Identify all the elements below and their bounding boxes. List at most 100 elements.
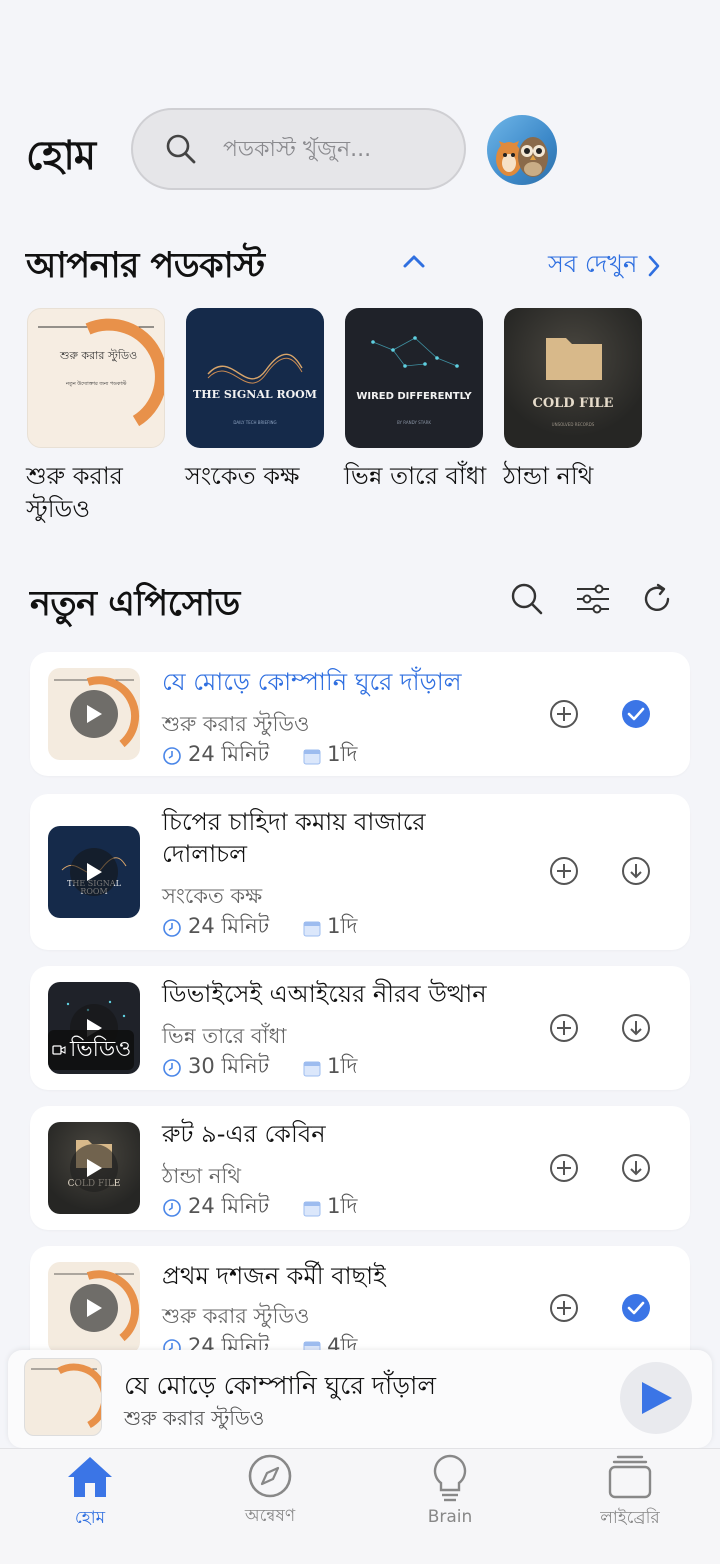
episode-title: যে মোড়ে কোম্পানি ঘুরে দাঁড়াল	[162, 668, 462, 696]
calendar-icon	[303, 1061, 321, 1076]
mini-player-title: যে মোড়ে কোম্পানি ঘুরে দাঁড়াল	[124, 1371, 437, 1400]
download-icon[interactable]	[621, 856, 651, 886]
tab-brain[interactable]: Brain	[390, 1453, 510, 1527]
episodes-section-title: নতুন এপিসোড	[30, 584, 240, 624]
podcast-label[interactable]: সংকেত কক্ষ	[185, 460, 335, 493]
podcast-label[interactable]: শুরু করার স্টুডিও	[26, 460, 176, 526]
add-icon[interactable]	[549, 699, 579, 729]
page-title: হোম	[26, 133, 96, 179]
episode-row[interactable]: COLD FILE রুট ৯-এর কেবিন ঠান্ডা নথি 24 ম…	[30, 1106, 690, 1230]
download-icon[interactable]	[621, 1013, 651, 1043]
podcast-card-signal-room[interactable]: THE SIGNAL ROOM DAILY TECH BRIEFING	[186, 308, 324, 448]
play-icon[interactable]	[70, 1144, 118, 1192]
episode-row[interactable]: যে মোড়ে কোম্পানি ঘুরে দাঁড়াল শুরু করার…	[30, 652, 690, 776]
library-icon	[608, 1455, 652, 1499]
podcast-art	[207, 353, 303, 384]
episode-meta: 24 মিনিট 1দি	[162, 1190, 357, 1225]
filter-icon[interactable]	[575, 584, 611, 614]
avatar-image	[496, 137, 548, 177]
episode-art	[31, 1363, 101, 1429]
avatar[interactable]	[487, 115, 557, 185]
clock-icon	[163, 746, 181, 765]
podcast-art	[38, 318, 164, 427]
add-icon[interactable]	[549, 1153, 579, 1183]
play-icon[interactable]	[70, 690, 118, 738]
episode-title: প্রথম দশজন কর্মী বাছাই	[162, 1262, 386, 1290]
episode-age: 1দি	[327, 914, 358, 938]
podcast-art-title: শুরু করার স্টুডিও	[60, 349, 138, 362]
podcast-label[interactable]: ভিন্ন তারে বাঁধা	[344, 460, 494, 493]
episode-duration: 30 মিনিট	[188, 1054, 270, 1078]
tab-label: হোম	[74, 1508, 106, 1528]
checkmark-icon[interactable]	[621, 1293, 651, 1323]
calendar-icon	[303, 921, 321, 936]
add-icon[interactable]	[549, 856, 579, 886]
podcasts-section-title: আপনার পডকাস্ট	[26, 246, 265, 286]
episode-thumbnail: COLD FILE	[48, 1122, 140, 1214]
podcast-card-shuru-studio[interactable]: শুরু করার স্টুডিও নতুন উদ্যোক্তার জন্য প…	[27, 308, 165, 448]
video-badge-label: ভিডিও	[70, 1036, 132, 1062]
episode-duration: 24 মিনিট	[188, 1194, 270, 1218]
play-icon[interactable]	[70, 1284, 118, 1332]
tab-label: লাইব্রেরি	[600, 1508, 660, 1528]
folder-art	[546, 338, 602, 380]
video-camera-icon	[52, 1045, 66, 1055]
video-badge: ভিডিও	[48, 1030, 134, 1070]
podcast-label[interactable]: ঠান্ডা নথি	[503, 460, 653, 493]
mini-player-artwork	[24, 1358, 102, 1436]
chevron-up-icon[interactable]	[402, 252, 426, 270]
checkmark-icon[interactable]	[621, 699, 651, 729]
tab-explore[interactable]: অন্বেষণ	[210, 1453, 330, 1531]
play-button[interactable]	[620, 1362, 692, 1434]
compass-icon	[248, 1454, 292, 1498]
chevron-right-icon	[648, 255, 660, 277]
episode-title: ডিভাইসেই এআইয়ের নীরব উত্থান	[162, 980, 487, 1008]
episode-thumbnail	[48, 668, 140, 760]
clock-icon	[163, 918, 181, 937]
see-all-link[interactable]: সব দেখুন	[548, 246, 661, 286]
podcast-art-subtitle: UNSOLVED RECORDS	[551, 422, 595, 427]
episode-thumbnail	[48, 1262, 140, 1354]
clock-icon	[163, 1058, 181, 1077]
add-icon[interactable]	[549, 1013, 579, 1043]
play-icon[interactable]	[70, 848, 118, 896]
download-icon[interactable]	[621, 1153, 651, 1183]
episode-meta: 30 মিনিট 1দি	[162, 1050, 357, 1085]
calendar-icon	[303, 749, 321, 764]
tab-library[interactable]: লাইব্রেরি	[570, 1453, 690, 1533]
podcast-art-title: COLD FILE	[532, 396, 614, 411]
podcast-art-subtitle: DAILY TECH BRIEFING	[233, 420, 277, 425]
podcast-art-title: WIRED DIFFERENTLY	[356, 391, 472, 402]
episode-age: 1দি	[327, 742, 358, 766]
search-bar[interactable]	[131, 108, 466, 190]
calendar-icon	[303, 1201, 321, 1216]
tab-label: অন্বেষণ	[244, 1506, 296, 1526]
episode-meta: 24 মিনিট 1দি	[162, 910, 357, 945]
episode-thumbnail: ভিডিও	[48, 982, 140, 1074]
episode-age: 1দি	[327, 1054, 358, 1078]
podcast-art-title: THE SIGNAL ROOM	[193, 388, 317, 401]
mini-player-podcast: শুরু করার স্টুডিও	[124, 1406, 265, 1430]
episode-row[interactable]: THE SIGNALROOM চিপের চাহিদা কমায় বাজারে…	[30, 794, 690, 950]
podcast-card-cold-file[interactable]: COLD FILE UNSOLVED RECORDS	[504, 308, 642, 448]
search-icon[interactable]	[510, 582, 544, 616]
clock-icon	[163, 1198, 181, 1217]
episode-title: রুট ৯-এর কেবিন	[162, 1120, 326, 1148]
lightbulb-icon	[433, 1454, 467, 1502]
podcast-art-subtitle: নতুন উদ্যোক্তার জন্য পডকাস্ট	[66, 381, 127, 387]
search-input[interactable]	[223, 136, 443, 162]
episode-row[interactable]: ভিডিও ডিভাইসেই এআইয়ের নীরব উত্থান ভিন্ন…	[30, 966, 690, 1090]
episode-age: 1দি	[327, 1194, 358, 1218]
podcast-art	[371, 336, 459, 368]
play-icon	[642, 1382, 672, 1414]
podcast-card-wired-differently[interactable]: WIRED DIFFERENTLY BY RANDY STARK	[345, 308, 483, 448]
episode-meta: 24 মিনিট 1দি	[162, 738, 357, 773]
tab-home[interactable]: হোম	[30, 1453, 150, 1533]
podcast-art-subtitle: BY RANDY STARK	[397, 420, 431, 425]
see-all-label: সব দেখুন	[548, 250, 638, 278]
episode-thumbnail: THE SIGNALROOM	[48, 826, 140, 918]
refresh-icon[interactable]	[640, 582, 674, 616]
add-icon[interactable]	[549, 1293, 579, 1323]
mini-player[interactable]: যে মোড়ে কোম্পানি ঘুরে দাঁড়াল শুরু করার…	[8, 1350, 712, 1448]
episode-title: চিপের চাহিদা কমায় বাজারে দোলাচল	[162, 808, 426, 868]
